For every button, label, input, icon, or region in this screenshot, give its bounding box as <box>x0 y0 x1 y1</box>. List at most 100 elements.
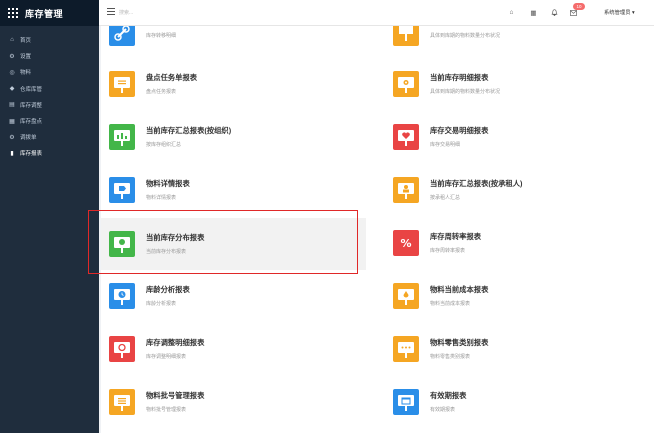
report-title: 物料详情报表 <box>146 179 190 188</box>
report-title: 库存调整明细报表 <box>146 338 205 347</box>
report-card[interactable]: 库龄分析报表 库龄分析报表 <box>109 271 359 321</box>
sidebar-item-8[interactable]: ▮ 库存报表 <box>0 145 99 161</box>
report-subtitle: 物料批号管理报表 <box>146 407 187 413</box>
sidebar-item-label: 库存盘点 <box>20 119 43 126</box>
report-subtitle: 有效期报表 <box>430 407 456 413</box>
location-board-icon <box>109 231 135 257</box>
sidebar-item-label: 物料 <box>20 70 32 77</box>
report-subtitle: 库龄分析报表 <box>146 301 177 307</box>
sidebar-item-7[interactable]: ⚙ 调拨单 <box>0 129 99 145</box>
report-subtitle: 当前库存分布报表 <box>146 249 187 255</box>
notification-badge: 10 <box>573 3 585 10</box>
report-card[interactable]: 物料零售类别报表 物料零售类别报表 <box>393 324 643 374</box>
report-card[interactable]: 当前库存汇总报表(按组织) 按库存组织汇总 <box>109 112 359 162</box>
person-board-icon <box>393 177 419 203</box>
report-card[interactable]: 库存调整明细报表 库存调整明细报表 <box>109 324 359 374</box>
brand-bar[interactable]: 库存管理 <box>0 0 99 26</box>
clock-board-icon <box>109 283 135 309</box>
report-card-text: 库存转移明细 <box>146 27 176 39</box>
sidebar-item-label: 调拨单 <box>20 135 37 142</box>
inventory-icon: ▦ <box>9 118 15 125</box>
report-subtitle: 库存周转率报表 <box>430 248 466 254</box>
report-card-text: 物料当前成本报表 物料当前成本报表 <box>430 285 488 307</box>
signpost-icon <box>393 26 419 46</box>
report-subtitle: 盘点任务报表 <box>146 89 177 95</box>
signboard-gear-icon <box>393 71 419 97</box>
report-card-text: 库存调整明细报表 库存调整明细报表 <box>146 338 204 360</box>
report-title: 库龄分析报表 <box>146 285 190 294</box>
sidebar-item-4[interactable]: ◆ 仓库库管 <box>0 81 99 97</box>
report-subtitle: 具体到库期的物料数量分布状况 <box>430 33 501 39</box>
report-card-text: 盘点任务单报表 盘点任务报表 <box>146 73 197 95</box>
report-card[interactable]: 盘点任务单报表 盘点任务报表 <box>109 59 359 109</box>
main-content: 库存转移明细 具体到库期的物料数量分布状况 盘点任务单报表 盘点任务报表 当前库存明细报… <box>99 26 654 433</box>
signboard-icon <box>109 71 135 97</box>
sidebar-item-2[interactable]: ⚙ 设置 <box>0 48 99 64</box>
sidebar-menu: ⌂ 首页 ⚙ 设置 ◎ 物料 ◆ 仓库库管 ▤ 库存调整 ▦ 库存盘点 ⚙ 调拨单 ▮ 库存报表 <box>0 32 99 162</box>
report-card[interactable]: 物料当前成本报表 物料当前成本报表 <box>393 271 643 321</box>
report-card-text: 库存周转率报表 库存周转率报表 <box>430 232 481 254</box>
grid-icon[interactable]: ▦ <box>529 8 538 17</box>
sidebar-item-label: 设置 <box>20 54 32 61</box>
report-card[interactable]: % 库存周转率报表 库存周转率报表 <box>393 218 643 268</box>
report-subtitle: 库存交易明细 <box>430 142 461 148</box>
drop-board-icon <box>393 283 419 309</box>
transfer-icon: ⚙ <box>9 134 15 141</box>
report-subtitle: 物料零售类别报表 <box>430 354 471 360</box>
report-title: 物料批号管理报表 <box>146 391 205 400</box>
gear-icon: ⚙ <box>9 53 15 60</box>
report-title: 物料零售类别报表 <box>430 338 489 347</box>
report-subtitle: 具体到库期的物料数量分布状况 <box>430 89 501 95</box>
report-card-text: 物料详情报表 物料详情报表 <box>146 179 190 201</box>
sidebar-item-1[interactable]: ⌂ 首页 <box>0 32 99 48</box>
search-input[interactable] <box>119 8 239 18</box>
report-title: 库存周转率报表 <box>430 232 482 241</box>
report-card[interactable]: 库存交易明细报表 库存交易明细 <box>393 112 643 162</box>
report-card-text: 库存交易明细报表 库存交易明细 <box>430 126 488 148</box>
report-title: 当前库存汇总报表(按组织) <box>146 126 232 135</box>
report-card[interactable]: 物料批号管理报表 物料批号管理报表 <box>109 377 359 427</box>
report-title: 盘点任务单报表 <box>146 73 198 82</box>
report-card-text: 物料批号管理报表 物料批号管理报表 <box>146 391 204 413</box>
home-icon[interactable]: ⌂ <box>507 8 516 17</box>
calendar-board-icon <box>393 389 419 415</box>
report-subtitle: 按库存组织汇总 <box>146 142 182 148</box>
report-title: 物料当前成本报表 <box>430 285 489 294</box>
apps-grid-icon[interactable] <box>8 8 18 18</box>
app-title: 库存管理 <box>25 8 64 19</box>
report-subtitle: 库存调整明细报表 <box>146 354 187 360</box>
percent-icon: % <box>393 230 419 256</box>
bell-icon[interactable] <box>550 8 559 17</box>
report-card[interactable]: 有效期报表 有效期报表 <box>393 377 643 427</box>
tag-board-icon <box>109 177 135 203</box>
user-menu[interactable]: 系统管理员 ▾ <box>604 8 635 16</box>
adjust-icon: ▤ <box>9 102 15 109</box>
report-title: 当前库存分布报表 <box>146 233 205 242</box>
report-card-text: 有效期报表 有效期报表 <box>430 391 466 413</box>
report-card-text: 当前库存汇总报表(按承租人) 按承租人汇总 <box>430 179 522 201</box>
sidebar-item-label: 库存调整 <box>20 102 43 109</box>
report-card[interactable]: 当前库存分布报表 当前库存分布报表 <box>101 218 366 270</box>
report-title: 当前库存汇总报表(按承租人) <box>430 179 523 188</box>
sidebar-item-3[interactable]: ◎ 物料 <box>0 64 99 80</box>
dots-board-icon <box>393 336 419 362</box>
list-board-icon <box>109 389 135 415</box>
report-icon: ▮ <box>10 150 14 157</box>
report-card-text: 当前库存分布报表 当前库存分布报表 <box>146 233 204 255</box>
warehouse-icon: ◆ <box>9 86 15 93</box>
link-icon <box>109 26 135 46</box>
sidebar-item-label: 库存报表 <box>20 151 43 158</box>
box-icon: ◎ <box>9 69 15 76</box>
report-card[interactable]: 当前库存汇总报表(按承租人) 按承租人汇总 <box>393 165 643 215</box>
report-card[interactable]: 库存转移明细 <box>109 26 359 58</box>
report-card[interactable]: 当前库存明细报表 具体到库期的物料数量分布状况 <box>393 59 643 109</box>
menu-toggle-icon[interactable] <box>107 8 115 15</box>
report-subtitle: 按承租人汇总 <box>430 195 461 201</box>
sidebar-item-5[interactable]: ▤ 库存调整 <box>0 97 99 113</box>
refresh-board-icon <box>109 336 135 362</box>
report-card[interactable]: 物料详情报表 物料详情报表 <box>109 165 359 215</box>
report-card-text: 具体到库期的物料数量分布状况 <box>430 27 500 39</box>
home-icon: ⌂ <box>10 37 14 44</box>
report-card[interactable]: 具体到库期的物料数量分布状况 <box>393 26 643 58</box>
sidebar-item-6[interactable]: ▦ 库存盘点 <box>0 113 99 129</box>
